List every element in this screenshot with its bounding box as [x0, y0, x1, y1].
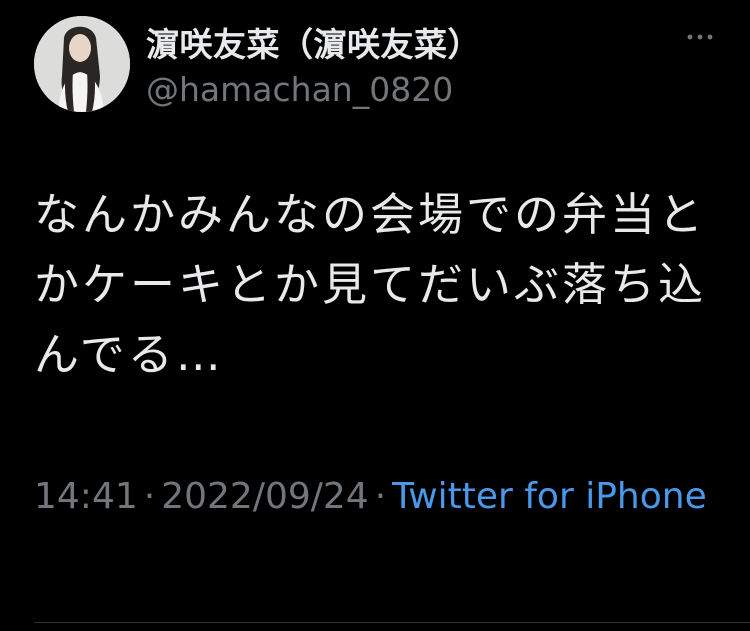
more-options-icon[interactable] [682, 22, 718, 52]
meta-separator: · [143, 476, 156, 517]
tweet-detail: 濵咲友菜（濵咲友菜） @hamachan_0820 なんかみんなの会場での弁当と… [0, 0, 750, 631]
author-handle[interactable]: @hamachan_0820 [146, 70, 453, 109]
tweet-metadata: 14:41 · 2022/09/24 · Twitter for iPhone [34, 458, 724, 535]
tweet-text: なんかみんなの会場での弁当とかケーキとか見てだいぶ落ち込んでる… [34, 188, 707, 381]
divider [34, 622, 750, 623]
tweet-date[interactable]: 2022/09/24 [161, 476, 369, 517]
profile-photo-avatar [34, 16, 130, 112]
tweet-time[interactable]: 14:41 [34, 476, 138, 517]
tweet-source-link[interactable]: Twitter for iPhone [392, 476, 707, 517]
avatar[interactable] [34, 16, 130, 112]
author-display-name[interactable]: 濵咲友菜（濵咲友菜） [146, 18, 481, 66]
meta-separator: · [374, 476, 387, 517]
